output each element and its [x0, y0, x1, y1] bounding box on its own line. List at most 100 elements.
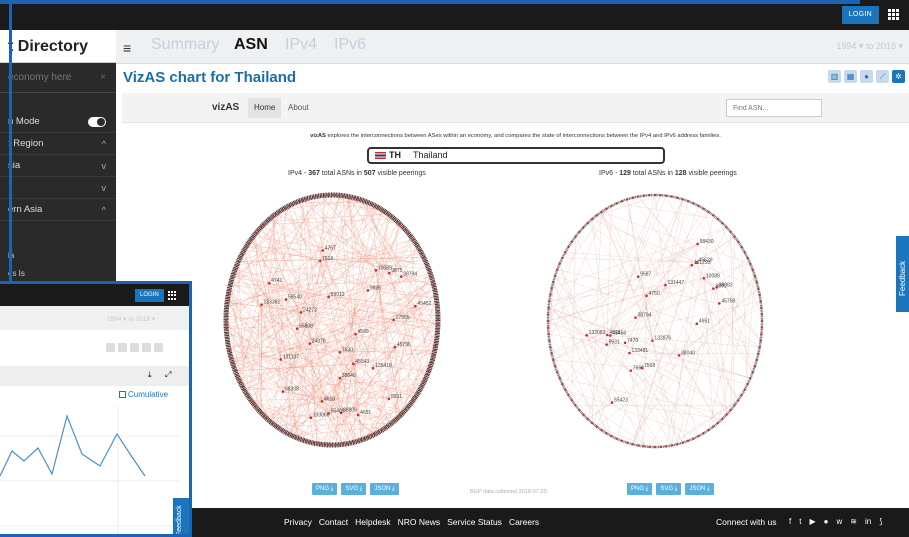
network-graph-icon[interactable]: ✲ [892, 70, 905, 83]
graph-node[interactable] [605, 207, 608, 210]
graph-node[interactable] [267, 281, 271, 285]
graph-node[interactable] [370, 203, 373, 206]
graph-node[interactable] [252, 235, 255, 238]
graph-node[interactable] [287, 433, 290, 436]
graph-node[interactable] [729, 230, 732, 234]
network-graph-icon[interactable] [154, 343, 163, 352]
graph-node[interactable] [265, 220, 268, 223]
graph-node[interactable] [610, 435, 613, 438]
graph-node[interactable] [316, 195, 319, 198]
graph-node[interactable] [323, 194, 326, 197]
graph-node[interactable] [412, 238, 415, 241]
graph-node[interactable] [383, 210, 387, 213]
graph-node[interactable] [409, 402, 412, 405]
graph-node[interactable] [637, 444, 640, 447]
graph-node[interactable] [301, 198, 304, 201]
graph-node[interactable] [721, 221, 724, 225]
graph-node[interactable] [749, 377, 752, 380]
globe-icon[interactable]: ● [860, 70, 873, 83]
graph-node[interactable] [695, 322, 699, 326]
graph-node[interactable] [578, 408, 581, 412]
graph-node[interactable] [249, 238, 252, 241]
graph-node[interactable] [268, 420, 271, 423]
graph-node[interactable] [393, 420, 396, 423]
graph-node[interactable] [549, 346, 552, 349]
graph-node[interactable] [615, 437, 618, 440]
graph-node[interactable] [567, 245, 570, 249]
graph-node[interactable] [758, 346, 761, 349]
graph-node[interactable] [231, 361, 234, 364]
graph-node[interactable] [550, 352, 553, 355]
graph-node[interactable] [227, 344, 230, 348]
graph-node[interactable] [281, 429, 284, 432]
graph-node[interactable] [228, 288, 231, 291]
graph-node[interactable] [697, 435, 700, 438]
graph-node[interactable] [424, 260, 427, 263]
footer-link-privacy[interactable]: Privacy [284, 517, 312, 527]
graph-node[interactable] [387, 397, 391, 401]
graph-node[interactable] [758, 293, 761, 296]
graph-node[interactable] [259, 411, 263, 414]
graph-node[interactable] [595, 214, 598, 217]
bar-chart-icon[interactable] [106, 343, 115, 352]
graph-node[interactable] [424, 377, 427, 380]
graph-node[interactable] [605, 432, 608, 435]
graph-node[interactable] [648, 445, 651, 448]
table-icon[interactable]: ▦ [844, 70, 857, 83]
graph-node[interactable] [697, 204, 700, 207]
graph-node[interactable] [327, 443, 330, 447]
graph-node[interactable] [277, 427, 281, 430]
ipv6-network-graph[interactable]: 7693 58430 7568 4618 9891 132876 131447 4651 958… [542, 189, 768, 453]
globe-icon[interactable] [130, 343, 139, 352]
graph-node[interactable] [715, 286, 719, 289]
graph-node[interactable] [432, 353, 435, 356]
graph-node[interactable] [547, 313, 550, 316]
graph-node[interactable] [725, 413, 728, 416]
graph-node[interactable] [414, 304, 417, 308]
graph-node[interactable] [387, 271, 391, 275]
graph-node[interactable] [284, 431, 287, 434]
graph-node[interactable] [561, 256, 564, 260]
graph-node[interactable] [629, 369, 633, 372]
graph-node[interactable] [578, 230, 581, 234]
graph-node[interactable] [585, 333, 588, 337]
graph-node[interactable] [319, 194, 323, 197]
graph-node[interactable] [225, 305, 228, 309]
graph-node[interactable] [320, 400, 324, 403]
graph-node[interactable] [387, 212, 390, 216]
graph-node[interactable] [230, 280, 233, 283]
graph-node[interactable] [224, 323, 228, 326]
graph-node[interactable] [686, 439, 690, 442]
graph-node[interactable] [427, 268, 430, 271]
graph-node[interactable] [564, 251, 567, 254]
graph-node[interactable] [308, 196, 312, 199]
graph-node[interactable] [707, 429, 710, 432]
graph-node[interactable] [746, 382, 749, 386]
sidebar-item-mode[interactable]: n Mode [0, 111, 116, 133]
graph-node[interactable] [274, 212, 277, 216]
graph-node[interactable] [327, 193, 330, 197]
graph-node[interactable] [298, 200, 301, 203]
graph-node[interactable] [665, 445, 668, 448]
graph-node[interactable] [582, 226, 585, 229]
graph-node[interactable] [338, 376, 342, 380]
graph-node[interactable] [546, 319, 550, 323]
graph-node[interactable] [416, 245, 419, 248]
graph-node[interactable] [435, 297, 438, 300]
footer-link-contact[interactable]: Contact [319, 517, 348, 527]
graph-node[interactable] [254, 405, 257, 408]
footer-link-nro-news[interactable]: NRO News [398, 517, 441, 527]
graph-node[interactable] [234, 268, 237, 271]
graph-node[interactable] [243, 249, 246, 252]
sidebar-item-eastern-asia[interactable]: ern Asia ^ [0, 199, 116, 221]
graph-node[interactable] [377, 206, 380, 209]
graph-node[interactable] [436, 310, 439, 313]
graph-node[interactable] [554, 365, 557, 368]
graph-node[interactable] [363, 437, 366, 440]
graph-node[interactable] [558, 377, 561, 380]
graph-node[interactable] [570, 399, 573, 402]
nav-home[interactable]: Home [248, 98, 282, 118]
nav-about[interactable]: About [288, 103, 309, 112]
graph-node[interactable] [755, 280, 758, 284]
graph-node[interactable] [327, 295, 330, 299]
